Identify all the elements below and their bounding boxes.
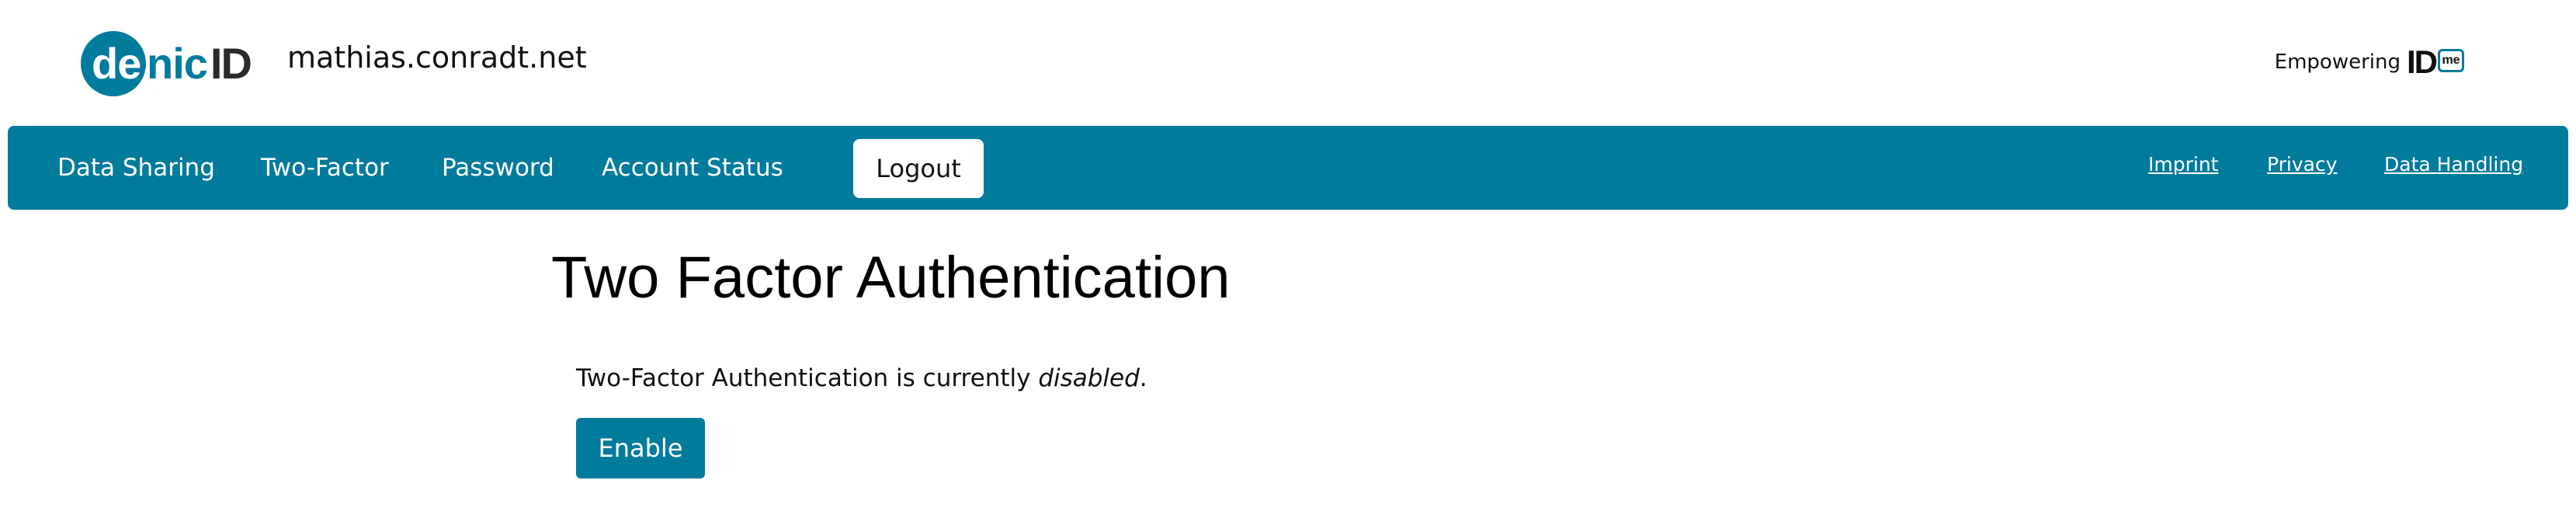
page-title: Two Factor Authentication xyxy=(551,245,1231,311)
status-prefix: Two-Factor Authentication is currently xyxy=(576,364,1039,392)
idme-logo-id: ID xyxy=(2407,43,2438,80)
data-handling-link[interactable]: Data Handling xyxy=(2384,149,2523,180)
status-suffix: . xyxy=(1139,364,1147,392)
logo-circle: de xyxy=(81,31,146,96)
main-navbar: Data Sharing Two-Factor Password Account… xyxy=(8,126,2568,210)
nav-item-data-sharing[interactable]: Data Sharing xyxy=(57,126,215,210)
idme-logo: ID me xyxy=(2407,43,2464,81)
privacy-link[interactable]: Privacy xyxy=(2267,149,2338,180)
idme-logo-me: me xyxy=(2438,49,2464,72)
enable-two-factor-button[interactable]: Enable xyxy=(576,418,705,478)
logout-button[interactable]: Logout xyxy=(853,139,984,198)
nav-item-password[interactable]: Password xyxy=(442,126,554,210)
denic-id-logo[interactable]: de nic ID xyxy=(81,31,252,96)
logo-text-de: de xyxy=(92,39,141,88)
account-domain: mathias.conradt.net xyxy=(287,40,587,75)
status-value: disabled xyxy=(1038,364,1140,392)
imprint-link[interactable]: Imprint xyxy=(2148,149,2218,180)
logo-text-nic: nic xyxy=(147,39,208,88)
empowering-label: Empowering xyxy=(2274,50,2401,74)
nav-item-account-status[interactable]: Account Status xyxy=(602,126,783,210)
empowering-idme: Empowering ID me xyxy=(2275,43,2464,81)
logo-text-id: ID xyxy=(210,39,252,88)
nav-item-two-factor[interactable]: Two-Factor xyxy=(261,126,389,210)
two-factor-status-text: Two-Factor Authentication is currently d… xyxy=(576,360,1147,396)
